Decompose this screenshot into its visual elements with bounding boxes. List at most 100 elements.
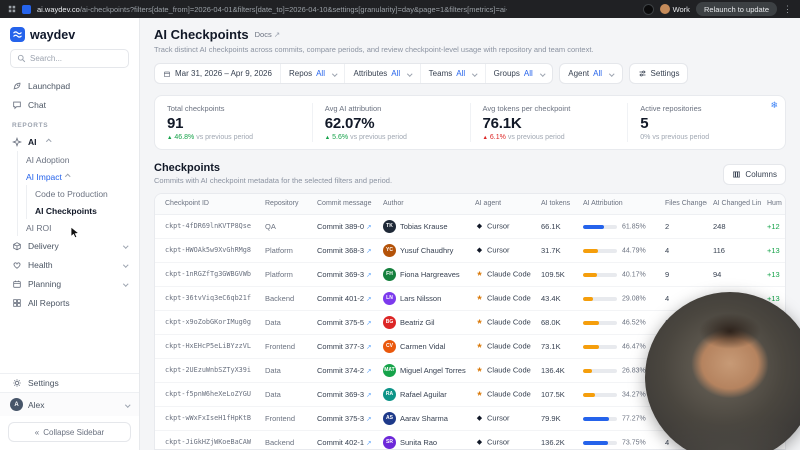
sidebar-item-ai-adoption[interactable]: AI Adoption <box>18 151 139 168</box>
settings-button[interactable]: Settings <box>629 63 689 84</box>
sidebar-bottom: Settings A Alex « Collapse Sidebar <box>0 373 139 450</box>
table-row[interactable]: ckpt-HWOAk5w9XvGhRMg8 Platform Commit 36… <box>155 238 786 262</box>
column-header-human-lines[interactable]: Hum <box>761 194 786 214</box>
column-header-ai-changed-lines[interactable]: AI Changed Lines <box>707 194 761 214</box>
groups-filter[interactable]: GroupsAll <box>485 64 553 83</box>
snowflake-icon[interactable]: ❄ <box>770 100 778 111</box>
filter-label: Repos <box>289 69 312 78</box>
ai-agent-cell: ◆Cursor <box>469 430 535 450</box>
metric-delta: 0% vs previous period <box>640 134 773 141</box>
address-bar[interactable]: ai.waydev.co/ai-checkpoints?filters[date… <box>37 5 507 14</box>
column-header-author[interactable]: Author <box>377 194 469 214</box>
commit-link[interactable]: Commit 375-5↗ <box>311 310 377 334</box>
filter-bar: Mar 31, 2026 – Apr 9, 2026 ReposAll Attr… <box>154 63 786 84</box>
filter-label: Teams <box>429 69 453 78</box>
metric-value: 91 <box>167 115 300 132</box>
sidebar-item-code-to-production[interactable]: Code to Production <box>27 185 139 202</box>
user-menu[interactable]: A Alex <box>0 392 139 416</box>
chevron-down-icon <box>123 243 128 248</box>
delta-arrow-icon: ▲ <box>325 135 330 141</box>
commit-link[interactable]: Commit 368-3↗ <box>311 238 377 262</box>
files-changed-cell: 2 <box>659 214 707 238</box>
chevron-down-icon <box>472 71 477 76</box>
author-cell: CVCarmen Vidal <box>377 334 469 358</box>
column-header-commit-message[interactable]: Commit message <box>311 194 377 214</box>
commit-link[interactable]: Commit 389-0↗ <box>311 214 377 238</box>
commit-link[interactable]: Commit 369-3↗ <box>311 382 377 406</box>
commit-link[interactable]: Commit 369-3↗ <box>311 262 377 286</box>
attributes-filter[interactable]: AttributesAll <box>344 64 419 83</box>
profile-name: Work <box>673 5 690 14</box>
commit-link[interactable]: Commit 374-2↗ <box>311 358 377 382</box>
column-header-repository[interactable]: Repository <box>259 194 311 214</box>
sidebar-item-planning[interactable]: Planning <box>0 274 139 293</box>
waydev-logo[interactable]: waydev <box>0 18 139 49</box>
avatar: SR <box>383 436 396 449</box>
sidebar-item-chat[interactable]: Chat <box>0 95 139 114</box>
user-name: Alex <box>28 400 45 410</box>
metric-label: Avg tokens per checkpoint <box>483 104 616 113</box>
commit-message: Commit 402-1 <box>317 438 364 447</box>
avatar: MAT <box>383 364 396 377</box>
sidebar-item-ai-impact[interactable]: AI Impact <box>18 168 139 185</box>
agent-filter[interactable]: AgentAll <box>559 63 622 84</box>
repos-filter[interactable]: ReposAll <box>280 64 345 83</box>
ai-attribution-cell: 46.47% <box>577 334 659 358</box>
attribution-percent: 40.17% <box>622 271 646 278</box>
sidebar-item-label: Delivery <box>28 241 59 251</box>
sidebar-item-ai-checkpoints[interactable]: AI Checkpoints <box>27 202 139 219</box>
sidebar-item-settings[interactable]: Settings <box>0 373 139 392</box>
external-link-icon: ↗ <box>366 248 371 255</box>
chevron-up-icon <box>46 139 51 144</box>
ai-attribution-cell: 73.75% <box>577 430 659 450</box>
checkpoint-id: ckpt-1nRGZfTg3GWBGVWb <box>155 262 259 286</box>
sidebar-search[interactable] <box>10 49 129 68</box>
relaunch-update-button[interactable]: Relaunch to update <box>696 2 777 16</box>
checkpoint-id: ckpt-f5pnW6heXeLoZYGU <box>155 382 259 406</box>
commit-link[interactable]: Commit 401-2↗ <box>311 286 377 310</box>
browser-profile-chip[interactable]: Work <box>660 4 690 14</box>
browser-menu-icon[interactable]: ⋮ <box>783 5 792 14</box>
attribution-bar <box>583 369 617 373</box>
agent-name: Claude Code <box>487 390 531 399</box>
table-row[interactable]: ckpt-4fDR69lnKVTP8Qse QA Commit 389-0↗ T… <box>155 214 786 238</box>
attribution-percent: 46.47% <box>622 343 646 350</box>
columns-button[interactable]: Columns <box>723 164 786 185</box>
commit-link[interactable]: Commit 402-1↗ <box>311 430 377 450</box>
avatar: CV <box>383 340 396 353</box>
sidebar-item-ai[interactable]: AI <box>0 132 139 151</box>
ai-tokens-cell: 136.2K <box>535 430 577 450</box>
teams-filter[interactable]: TeamsAll <box>420 64 485 83</box>
docs-link[interactable]: Docs ↗ <box>255 30 280 39</box>
sidebar-item-health[interactable]: Health <box>0 255 139 274</box>
table-row[interactable]: ckpt-1nRGZfTg3GWBGVWb Platform Commit 36… <box>155 262 786 286</box>
table-header-row: Checkpoint ID Repository Commit message … <box>155 194 786 214</box>
column-header-checkpoint-id[interactable]: Checkpoint ID <box>155 194 259 214</box>
attribution-bar <box>583 297 617 301</box>
extensions-icon[interactable] <box>643 4 654 15</box>
column-header-ai-attribution[interactable]: AI Attribution <box>577 194 659 214</box>
commit-message: Commit 375-3 <box>317 414 364 423</box>
browser-top-bar: ai.waydev.co/ai-checkpoints?filters[date… <box>0 0 800 18</box>
search-input[interactable] <box>30 54 122 63</box>
delta-value: 5.6% <box>332 134 348 141</box>
ai-tokens-cell: 109.5K <box>535 262 577 286</box>
commit-link[interactable]: Commit 375-3↗ <box>311 406 377 430</box>
ai-agent-cell: *Claude Code <box>469 262 535 286</box>
column-header-files-changed[interactable]: Files Changed <box>659 194 707 214</box>
date-range-picker[interactable]: Mar 31, 2026 – Apr 9, 2026 <box>155 64 280 83</box>
sidebar-item-launchpad[interactable]: Launchpad <box>0 76 139 95</box>
column-header-ai-tokens[interactable]: AI tokens <box>535 194 577 214</box>
author-name: Miguel Angel Torres <box>400 366 466 375</box>
ai-attribution-cell: 77.27% <box>577 406 659 430</box>
external-link-icon: ↗ <box>366 416 371 423</box>
sidebar-item-all-reports[interactable]: All Reports <box>0 293 139 312</box>
agent-name: Cursor <box>487 414 510 423</box>
gear-icon <box>12 378 22 388</box>
commit-link[interactable]: Commit 377-3↗ <box>311 334 377 358</box>
repository-cell: Data <box>259 382 311 406</box>
collapse-sidebar-button[interactable]: « Collapse Sidebar <box>8 422 131 442</box>
column-header-ai-agent[interactable]: AI agent <box>469 194 535 214</box>
tab-grid-icon[interactable] <box>8 5 16 13</box>
section-title: Checkpoints <box>154 162 392 174</box>
